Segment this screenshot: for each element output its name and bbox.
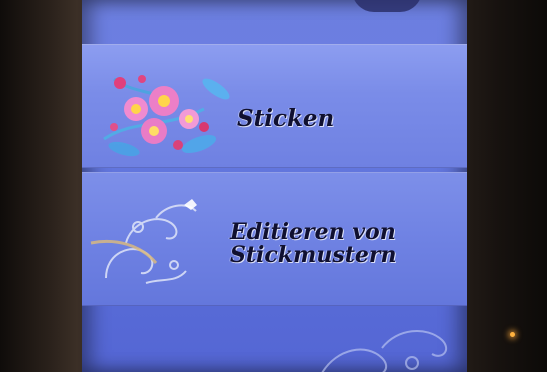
menu-item-edit-patterns[interactable]: Editieren von Stickmustern — [82, 172, 467, 306]
swirl-ornament-icon — [90, 199, 197, 284]
flower-bouquet-icon — [103, 75, 230, 157]
swirl-ornament-decoration-icon — [321, 329, 448, 372]
menu-item-sticken[interactable]: Sticken — [82, 44, 467, 168]
touch-screen: Sticken Editieren von Stickmustern — [82, 0, 467, 372]
menu-item-label: Editieren von Stickmustern — [230, 219, 450, 269]
menu-item-label: Sticken — [237, 105, 335, 132]
indicator-light — [510, 332, 515, 337]
label-line-2: Stickmustern — [230, 242, 397, 269]
label-line-1: Editieren von — [230, 219, 396, 245]
top-partial-element — [352, 0, 422, 12]
